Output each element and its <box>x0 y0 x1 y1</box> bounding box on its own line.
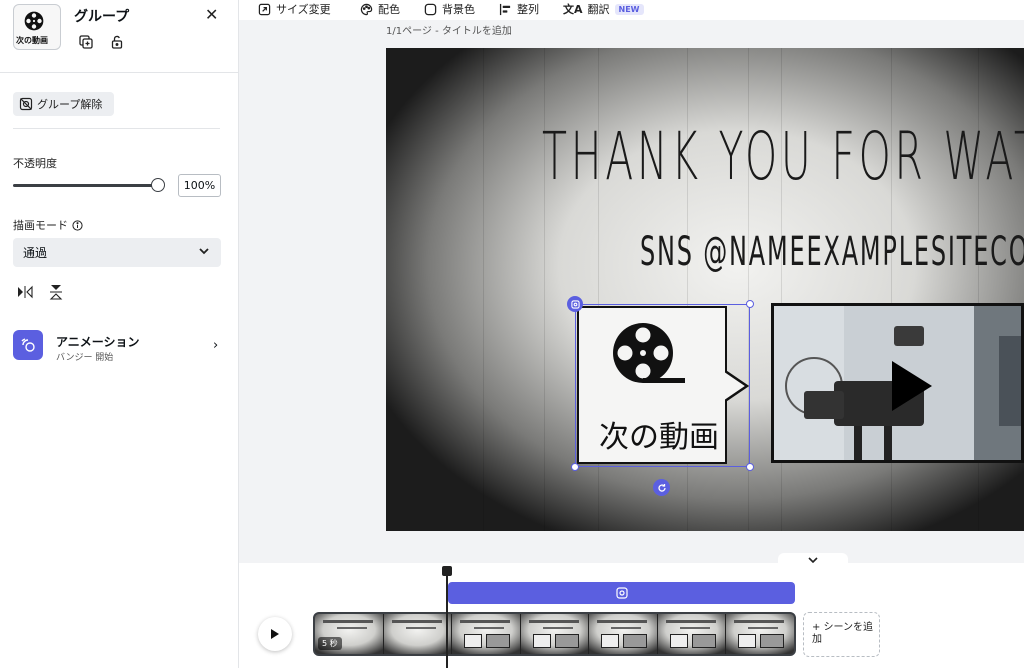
playhead-handle[interactable] <box>442 566 452 576</box>
colors-label: 配色 <box>378 3 400 16</box>
duplicate-icon[interactable] <box>76 32 96 52</box>
resize-button[interactable]: サイズ変更 <box>258 1 331 17</box>
translate-label: 翻訳 <box>587 3 610 16</box>
film-scratch <box>483 48 484 531</box>
ungroup-button[interactable]: グループ解除 <box>13 92 114 116</box>
top-toolbar: サイズ変更 配色 背景色 整列 文A 翻訳 NEW <box>239 0 1024 20</box>
flip-vertical-icon[interactable] <box>46 282 66 302</box>
align-button[interactable]: 整列 <box>499 1 539 17</box>
filmstrip-frame <box>452 614 521 654</box>
group-badge-icon[interactable] <box>567 296 583 312</box>
resize-label: サイズ変更 <box>276 3 331 16</box>
background-color-label: 背景色 <box>442 3 475 16</box>
filmstrip-frame <box>589 614 658 654</box>
panel-title: グループ <box>74 9 130 25</box>
camera-rig-image <box>774 306 1021 460</box>
background-color-icon <box>424 3 437 15</box>
color-palette-button[interactable]: 配色 <box>360 1 400 17</box>
page-label[interactable]: 1/1ページ - タイトルを追加 <box>386 22 512 37</box>
selection-box[interactable] <box>575 304 750 467</box>
divider <box>13 128 220 129</box>
filmstrip-frame <box>726 614 794 654</box>
animation-icon[interactable] <box>13 330 43 360</box>
scene-filmstrip[interactable] <box>313 612 796 656</box>
resize-handle[interactable] <box>571 463 579 471</box>
playhead[interactable] <box>446 570 448 668</box>
filmstrip-frame <box>657 614 727 654</box>
resize-handle[interactable] <box>746 300 754 308</box>
group-icon <box>615 587 628 599</box>
align-label: 整列 <box>517 3 539 16</box>
ungroup-label: グループ解除 <box>37 98 103 111</box>
blend-mode-heading: 描画モード <box>13 217 83 233</box>
ungroup-icon <box>19 97 33 111</box>
blend-mode-label: 描画モード <box>13 219 68 232</box>
film-reel-icon <box>24 11 44 31</box>
filmstrip-frame <box>383 614 453 654</box>
play-button[interactable] <box>258 617 292 651</box>
opacity-input[interactable]: 100% <box>178 174 221 197</box>
group-thumbnail: 次の動画 <box>13 4 61 50</box>
translate-icon: 文A <box>563 3 583 16</box>
unlock-icon[interactable] <box>107 32 127 52</box>
rotate-icon[interactable] <box>653 479 670 496</box>
add-scene-button[interactable]: + シーンを追加 <box>803 612 880 657</box>
background-color-button[interactable]: 背景色 <box>424 1 475 17</box>
blend-mode-select[interactable]: 通過 <box>13 238 221 267</box>
canvas-title-text[interactable]: THANK YOU FOR WATCHING <box>542 118 1024 195</box>
translate-button[interactable]: 文A 翻訳 NEW <box>563 1 644 17</box>
resize-icon <box>258 3 271 15</box>
properties-panel: 次の動画 グループ ✕ グループ解除 不透明度 100% 描画モード 通過 アニ… <box>0 0 239 668</box>
thumbnail-label: 次の動画 <box>16 36 48 45</box>
opacity-slider-handle[interactable] <box>151 178 165 192</box>
video-thumbnail[interactable] <box>771 303 1024 463</box>
new-badge: NEW <box>614 3 644 15</box>
blend-mode-value: 通過 <box>23 246 48 260</box>
resize-handle[interactable] <box>746 463 754 471</box>
filmstrip-frame <box>520 614 590 654</box>
animation-title[interactable]: アニメーション <box>56 333 140 350</box>
duration-badge: 5 秒 <box>318 637 342 650</box>
group-track-bar[interactable] <box>448 582 795 604</box>
chevron-right-icon[interactable]: › <box>213 338 218 353</box>
palette-icon <box>360 3 373 15</box>
divider <box>0 72 239 73</box>
align-icon <box>499 3 511 15</box>
flip-horizontal-icon[interactable] <box>15 282 35 302</box>
play-icon <box>271 629 279 639</box>
chevron-down-icon <box>199 248 209 255</box>
close-icon[interactable]: ✕ <box>205 5 218 24</box>
animation-subtitle: バンジー 開始 <box>56 353 114 363</box>
info-icon[interactable] <box>72 219 83 231</box>
canvas-sns-text[interactable]: SNS @NAMEEXAMPLESITECOM <box>640 229 1024 275</box>
opacity-slider[interactable] <box>13 184 159 187</box>
opacity-label: 不透明度 <box>13 157 57 170</box>
